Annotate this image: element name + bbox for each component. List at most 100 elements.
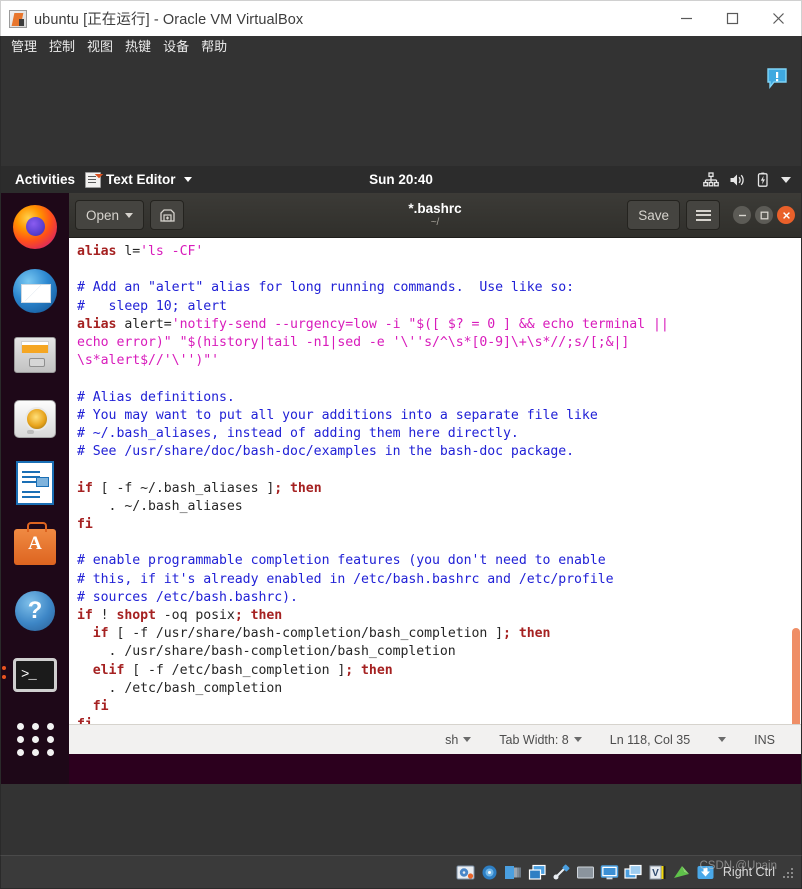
code-token: ; <box>234 608 243 624</box>
save-button[interactable]: Save <box>627 200 680 230</box>
menu-view[interactable]: 视图 <box>81 36 119 58</box>
scrollbar-thumb[interactable] <box>792 628 800 724</box>
hamburger-menu-icon <box>695 209 711 221</box>
close-icon[interactable] <box>755 1 801 36</box>
source-code[interactable]: alias l='ls -CF' # Add an "alert" alias … <box>69 238 801 724</box>
code-token: if <box>77 480 93 496</box>
language-selector[interactable]: sh <box>431 733 485 747</box>
resize-grip[interactable] <box>781 866 793 878</box>
code-token: echo error)" "$(history|tail -n1|sed -e … <box>77 335 630 351</box>
battery-icon <box>757 172 768 187</box>
insert-mode-label: INS <box>754 732 775 747</box>
dock-item-firefox[interactable] <box>11 203 59 251</box>
clock[interactable]: Sun 20:40 <box>369 172 433 187</box>
code-token: [ -f /usr/share/bash-completion/bash_com… <box>108 626 504 642</box>
display-icon[interactable] <box>600 864 619 881</box>
editor-maximize-button[interactable] <box>755 206 773 224</box>
hard-disk-icon[interactable] <box>456 864 475 881</box>
dock-item-ubuntu-software[interactable] <box>11 522 59 571</box>
svg-text:V: V <box>652 868 659 879</box>
activities-button[interactable]: Activities <box>1 172 85 187</box>
code-token: alert= <box>116 316 172 332</box>
code-token: then <box>361 662 393 678</box>
code-line: fi <box>77 716 801 724</box>
virtualization-icon[interactable]: V <box>648 864 667 881</box>
menu-manage[interactable]: 管理 <box>5 36 43 58</box>
code-token: 'notify-send --urgency=low -i "$([ $? = … <box>171 316 669 332</box>
code-token: elif <box>92 662 125 678</box>
dock-item-help[interactable]: ? <box>11 587 59 635</box>
help-icon: ? <box>15 591 55 631</box>
vertical-scrollbar[interactable] <box>792 238 801 724</box>
code-line: fi <box>77 698 801 716</box>
window-controls <box>663 1 801 36</box>
code-token: ! <box>92 608 117 624</box>
minimize-icon[interactable] <box>663 1 709 36</box>
code-token: # Add an "alert" alias for long running … <box>77 280 575 296</box>
code-line: alias alert='notify-send --urgency=low -… <box>77 316 801 334</box>
gnome-top-bar: Activities Text Editor Sun 20:40 <box>1 166 801 193</box>
code-token: fi <box>77 517 93 533</box>
firefox-icon <box>13 205 57 249</box>
code-token: fi <box>77 717 93 724</box>
code-token: \s*alert$//'\'')"' <box>77 353 220 369</box>
desktop-background <box>69 754 801 784</box>
code-token: # sources /etc/bash.bashrc). <box>77 589 298 605</box>
floppy-icon[interactable] <box>504 864 523 881</box>
code-token: ; <box>345 662 354 678</box>
system-status-icons[interactable] <box>703 171 801 188</box>
code-line: # Alias definitions. <box>77 389 801 407</box>
recording-icon[interactable] <box>624 864 643 881</box>
app-menu-button[interactable]: Text Editor <box>85 171 192 188</box>
maximize-icon[interactable] <box>709 1 755 36</box>
hamburger-menu-button[interactable] <box>686 200 720 230</box>
code-token: alias <box>77 316 117 332</box>
dock-item-libreoffice-writer[interactable] <box>11 459 59 507</box>
cursor-position[interactable]: Ln 118, Col 35 <box>596 733 704 747</box>
insert-mode-indicator[interactable]: INS <box>740 733 789 747</box>
tab-width-selector[interactable]: Tab Width: 8 <box>485 733 595 747</box>
menu-devices[interactable]: 设备 <box>157 36 195 58</box>
position-dropdown[interactable] <box>704 737 740 742</box>
chevron-down-icon <box>183 177 192 182</box>
dock-item-app-grid[interactable] <box>11 715 59 763</box>
menu-hotkey[interactable]: 热键 <box>119 36 157 58</box>
editor-status-bar: sh Tab Width: 8 Ln 118, Col 35 INS <box>69 724 801 754</box>
code-line: # enable programmable completion feature… <box>77 552 801 570</box>
code-line: # You may want to put all your additions… <box>77 407 801 425</box>
usb-icon[interactable] <box>552 864 571 881</box>
dock-item-files[interactable] <box>11 331 59 379</box>
code-token: . ~/.bash_aliases <box>77 498 243 514</box>
editor-close-button[interactable] <box>777 206 795 224</box>
optical-disk-icon[interactable] <box>480 864 499 881</box>
libreoffice-writer-icon <box>16 461 54 505</box>
editor-header-right: Save <box>627 200 795 230</box>
menu-help[interactable]: 帮助 <box>195 36 233 58</box>
editor-minimize-button[interactable] <box>733 206 751 224</box>
open-button[interactable]: Open <box>75 200 145 230</box>
code-token: # sleep 10; alert <box>77 298 227 314</box>
code-token: # You may want to put all your additions… <box>77 407 598 423</box>
code-line: # See /usr/share/doc/bash-doc/examples i… <box>77 443 801 461</box>
dock-item-thunderbird[interactable] <box>11 267 59 315</box>
notification-bubble-icon[interactable] <box>766 68 788 89</box>
code-token: shopt <box>116 608 156 624</box>
dock-item-terminal[interactable]: >_ <box>2 651 59 699</box>
menu-control[interactable]: 控制 <box>43 36 81 58</box>
code-token: then <box>250 608 283 624</box>
network-icon[interactable] <box>528 864 547 881</box>
text-editor-window: Open *.bashrc ~/ Save alias l='ls -CF' #… <box>69 193 801 754</box>
code-token: -oq posix <box>155 608 235 624</box>
document-path: ~/ <box>430 217 440 228</box>
dock-item-rhythmbox[interactable] <box>11 395 59 443</box>
host-key-icon[interactable] <box>696 864 715 881</box>
ubuntu-dock: ? >_ <box>1 193 69 784</box>
code-editor-area[interactable]: alias l='ls -CF' # Add an "alert" alias … <box>69 238 801 724</box>
shared-folder-icon[interactable] <box>576 864 595 881</box>
save-as-button[interactable] <box>150 200 185 230</box>
virtualbox-titlebar: ubuntu [正在运行] - Oracle VM VirtualBox <box>0 0 802 36</box>
mouse-integration-icon[interactable] <box>672 864 691 881</box>
